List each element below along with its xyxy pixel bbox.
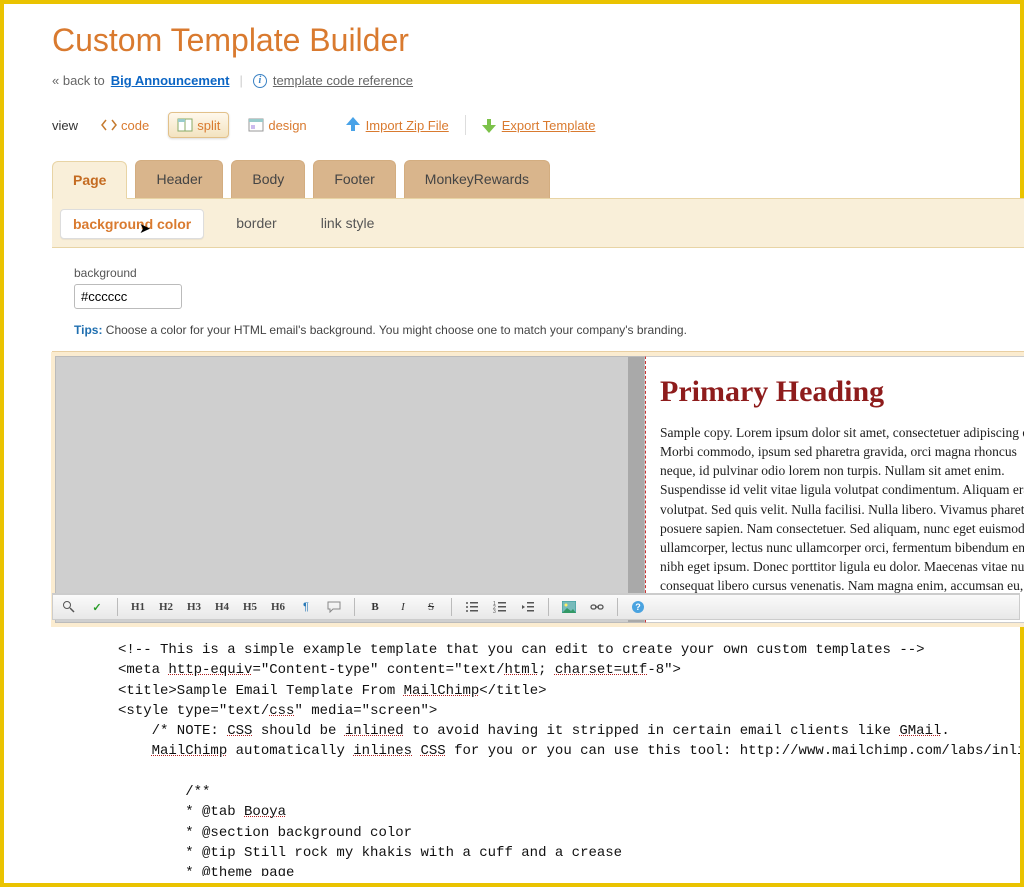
tab-header[interactable]: Header <box>135 160 223 198</box>
export-icon <box>482 117 496 133</box>
code-editor[interactable]: <!-- This is a simple example template t… <box>52 620 1020 876</box>
validate-button[interactable]: ✓ <box>87 597 107 617</box>
sub-nav: « back to Big Announcement | i template … <box>52 73 1020 88</box>
preview-split: Primary Heading Sample copy. Lorem ipsum… <box>51 352 1024 627</box>
tab-body[interactable]: Body <box>231 160 305 198</box>
subtab-border[interactable]: border <box>224 209 288 239</box>
comment-button[interactable] <box>324 597 344 617</box>
h6-button[interactable]: H6 <box>268 597 288 617</box>
view-design-label: design <box>268 118 306 133</box>
h2-button[interactable]: H2 <box>156 597 176 617</box>
code-toolbar: ✓ H1 H2 H3 H4 H5 H6 ¶ B I S 123 ? <box>52 594 1020 620</box>
split-icon <box>177 117 193 133</box>
back-prefix: « back to <box>52 73 105 88</box>
preview-pane-right[interactable]: Primary Heading Sample copy. Lorem ipsum… <box>645 356 1024 623</box>
image-button[interactable] <box>559 597 579 617</box>
svg-text:3: 3 <box>493 609 496 613</box>
import-icon <box>346 117 360 133</box>
tab-page[interactable]: Page <box>52 161 127 199</box>
link-button[interactable] <box>587 597 607 617</box>
template-ref-link[interactable]: template code reference <box>273 73 413 88</box>
tips-text: Choose a color for your HTML email's bac… <box>106 323 687 337</box>
tips: Tips: Choose a color for your HTML email… <box>74 323 1024 337</box>
code-area: ✓ H1 H2 H3 H4 H5 H6 ¶ B I S 123 ? <!-- T… <box>52 593 1020 883</box>
h5-button[interactable]: H5 <box>240 597 260 617</box>
italic-button[interactable]: I <box>393 597 413 617</box>
pilcrow-button[interactable]: ¶ <box>296 597 316 617</box>
background-input[interactable] <box>74 284 182 309</box>
tab-monkeyrewards[interactable]: MonkeyRewards <box>404 160 550 198</box>
background-label: background <box>74 266 1024 280</box>
subtab-link-style[interactable]: link style <box>309 209 387 239</box>
info-icon: i <box>253 74 267 88</box>
find-replace-button[interactable] <box>59 597 79 617</box>
tips-label: Tips: <box>74 323 102 337</box>
preview-paragraph: Sample copy. Lorem ipsum dolor sit amet,… <box>660 423 1024 615</box>
back-link[interactable]: Big Announcement <box>111 73 230 88</box>
svg-text:?: ? <box>635 602 641 612</box>
view-code-button[interactable]: code <box>92 112 158 138</box>
tab-footer[interactable]: Footer <box>313 160 395 198</box>
view-split-button[interactable]: split <box>168 112 229 138</box>
secondary-tabs: background color border link style <box>52 198 1024 248</box>
background-form: background Tips: Choose a color for your… <box>52 248 1024 352</box>
primary-tabs: Page Header Body Footer MonkeyRewards <box>52 160 1020 198</box>
preview-pane-left[interactable] <box>55 356 645 623</box>
view-split-label: split <box>197 118 220 133</box>
view-label: view <box>52 118 78 133</box>
design-icon <box>248 117 264 133</box>
bulleted-list-button[interactable] <box>462 597 482 617</box>
view-code-label: code <box>121 118 149 133</box>
export-template-link[interactable]: Export Template <box>502 118 596 133</box>
strike-button[interactable]: S <box>421 597 441 617</box>
view-design-button[interactable]: design <box>239 112 315 138</box>
page-title: Custom Template Builder <box>52 22 1020 59</box>
code-icon <box>101 117 117 133</box>
h4-button[interactable]: H4 <box>212 597 232 617</box>
h3-button[interactable]: H3 <box>184 597 204 617</box>
preview-h1: Primary Heading <box>660 375 1024 409</box>
bold-button[interactable]: B <box>365 597 385 617</box>
import-zip-link[interactable]: Import Zip File <box>366 118 449 133</box>
view-toolbar: view code split design Import Zip File E… <box>52 112 1020 138</box>
h1-button[interactable]: H1 <box>128 597 148 617</box>
numbered-list-button[interactable]: 123 <box>490 597 510 617</box>
outdent-button[interactable] <box>518 597 538 617</box>
help-button[interactable]: ? <box>628 597 648 617</box>
subtab-background-color[interactable]: background color <box>60 209 204 239</box>
